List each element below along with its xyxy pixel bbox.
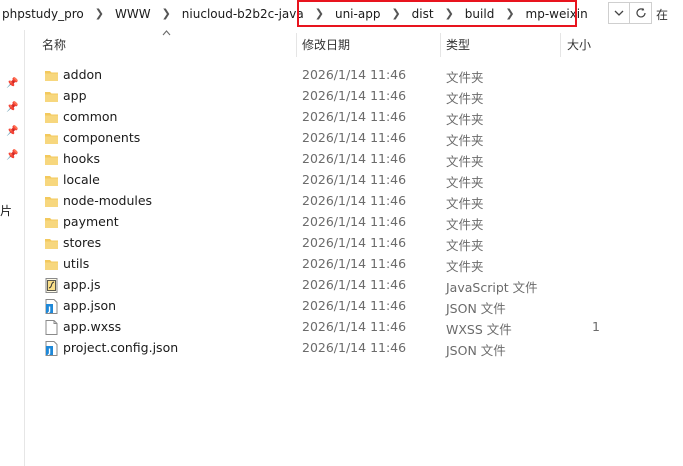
file-type: 文件夹	[446, 238, 484, 253]
table-row[interactable]: app.wxss 2026/1/14 11:46 WXSS 文件 1	[0, 317, 683, 338]
file-type: 文件夹	[446, 259, 484, 274]
table-row[interactable]: payment 2026/1/14 11:46 文件夹	[0, 212, 683, 233]
table-row[interactable]: common 2026/1/14 11:46 文件夹	[0, 107, 683, 128]
table-row[interactable]: app.js 2026/1/14 11:46 JavaScript 文件	[0, 275, 683, 296]
svg-text:J: J	[47, 347, 51, 355]
file-date: 2026/1/14 11:46	[302, 340, 407, 355]
breadcrumb-separator-icon[interactable]: ❯	[315, 7, 324, 20]
table-row[interactable]: node-modules 2026/1/14 11:46 文件夹	[0, 191, 683, 212]
file-name: components	[63, 130, 141, 145]
breadcrumb-item[interactable]: build	[463, 7, 497, 21]
refresh-icon[interactable]	[630, 2, 652, 24]
file-type: JavaScript 文件	[446, 280, 538, 295]
folder-icon	[44, 131, 59, 146]
file-date: 2026/1/14 11:46	[302, 214, 407, 229]
file-type: 文件夹	[446, 154, 484, 169]
column-divider[interactable]	[440, 33, 441, 57]
column-header-size[interactable]: 大小	[567, 33, 591, 57]
file-type: WXSS 文件	[446, 322, 512, 337]
file-type: 文件夹	[446, 91, 484, 106]
folder-icon	[44, 257, 59, 272]
folder-icon	[44, 68, 59, 83]
file-date: 2026/1/14 11:46	[302, 88, 407, 103]
breadcrumb-item[interactable]: uni-app	[333, 7, 382, 21]
folder-icon	[44, 89, 59, 104]
file-type: JSON 文件	[446, 343, 506, 358]
column-divider[interactable]	[560, 33, 561, 57]
file-name: app	[63, 88, 87, 103]
file-date: 2026/1/14 11:46	[302, 319, 407, 334]
breadcrumb: phpstudy_pro ❯ WWW ❯ niucloud-b2b2c-java…	[0, 0, 590, 27]
table-row[interactable]: utils 2026/1/14 11:46 文件夹	[0, 254, 683, 275]
file-date: 2026/1/14 11:46	[302, 193, 407, 208]
chevron-down-icon[interactable]	[608, 2, 630, 24]
file-name: app.json	[63, 298, 117, 313]
file-date: 2026/1/14 11:46	[302, 256, 407, 271]
address-bar[interactable]: phpstudy_pro ❯ WWW ❯ niucloud-b2b2c-java…	[0, 0, 683, 27]
file-name: locale	[63, 172, 100, 187]
table-row[interactable]: hooks 2026/1/14 11:46 文件夹	[0, 149, 683, 170]
file-type: 文件夹	[446, 196, 484, 211]
file-name: app.js	[63, 277, 101, 292]
file-date: 2026/1/14 11:46	[302, 172, 407, 187]
table-row[interactable]: addon 2026/1/14 11:46 文件夹	[0, 65, 683, 86]
folder-icon	[44, 173, 59, 188]
file-name: common	[63, 109, 118, 124]
breadcrumb-item[interactable]: phpstudy_pro	[0, 7, 86, 21]
column-header-date[interactable]: 修改日期	[302, 33, 350, 57]
file-name: app.wxss	[63, 319, 122, 334]
file-size: 1	[592, 319, 600, 334]
json-file-icon: J	[44, 341, 59, 356]
folder-icon	[44, 110, 59, 125]
file-type: 文件夹	[446, 70, 484, 85]
file-name: hooks	[63, 151, 100, 166]
breadcrumb-separator-icon[interactable]: ❯	[162, 7, 171, 20]
column-header-name[interactable]: 名称	[42, 33, 66, 57]
table-row[interactable]: locale 2026/1/14 11:46 文件夹	[0, 170, 683, 191]
table-row[interactable]: app 2026/1/14 11:46 文件夹	[0, 86, 683, 107]
file-type: 文件夹	[446, 133, 484, 148]
file-name: utils	[63, 256, 90, 271]
file-type: JSON 文件	[446, 301, 506, 316]
file-date: 2026/1/14 11:46	[302, 67, 407, 82]
folder-icon	[44, 215, 59, 230]
folder-icon	[44, 194, 59, 209]
svg-text:J: J	[47, 305, 51, 313]
breadcrumb-separator-icon[interactable]: ❯	[445, 7, 454, 20]
column-header-type[interactable]: 类型	[446, 33, 470, 57]
file-type: 文件夹	[446, 175, 484, 190]
file-icon	[44, 320, 59, 335]
file-name: project.config.json	[63, 340, 179, 355]
folder-icon	[44, 152, 59, 167]
table-row[interactable]: Japp.json 2026/1/14 11:46 JSON 文件	[0, 296, 683, 317]
javascript-file-icon	[44, 278, 59, 293]
file-name: stores	[63, 235, 102, 250]
breadcrumb-separator-icon[interactable]: ❯	[505, 7, 514, 20]
breadcrumb-item[interactable]: WWW	[113, 7, 153, 21]
search-input[interactable]: 在	[656, 6, 668, 23]
breadcrumb-item[interactable]: niucloud-b2b2c-java	[180, 7, 306, 21]
breadcrumb-separator-icon[interactable]: ❯	[95, 7, 104, 20]
table-row[interactable]: stores 2026/1/14 11:46 文件夹	[0, 233, 683, 254]
file-date: 2026/1/14 11:46	[302, 151, 407, 166]
sort-ascending-icon	[162, 28, 171, 39]
file-date: 2026/1/14 11:46	[302, 277, 407, 292]
file-type: 文件夹	[446, 217, 484, 232]
file-name: addon	[63, 67, 103, 82]
json-file-icon: J	[44, 299, 59, 314]
column-divider[interactable]	[296, 33, 297, 57]
breadcrumb-item[interactable]: dist	[410, 7, 436, 21]
file-type: 文件夹	[446, 112, 484, 127]
file-name: payment	[63, 214, 119, 229]
table-row[interactable]: components 2026/1/14 11:46 文件夹	[0, 128, 683, 149]
file-date: 2026/1/14 11:46	[302, 235, 407, 250]
file-date: 2026/1/14 11:46	[302, 298, 407, 313]
folder-icon	[44, 236, 59, 251]
file-name: node-modules	[63, 193, 153, 208]
table-row[interactable]: Jproject.config.json 2026/1/14 11:46 JSON …	[0, 338, 683, 359]
breadcrumb-item[interactable]: mp-weixin	[524, 7, 590, 21]
breadcrumb-separator-icon[interactable]: ❯	[391, 7, 400, 20]
file-date: 2026/1/14 11:46	[302, 130, 407, 145]
file-date: 2026/1/14 11:46	[302, 109, 407, 124]
